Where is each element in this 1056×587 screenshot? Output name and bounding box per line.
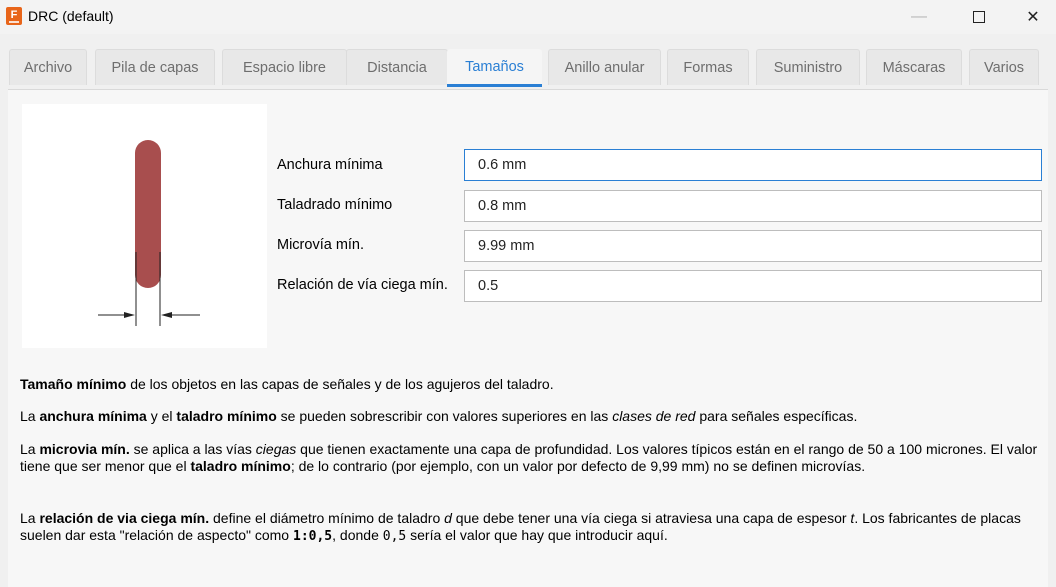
desc-text: ; de lo contrario (por ejemplo, con un v… <box>290 458 866 474</box>
desc-text: de los objetos en las capas de señales y… <box>126 376 554 392</box>
min-drill-input[interactable] <box>464 190 1042 222</box>
minimize-button[interactable]: — <box>896 0 942 34</box>
min-microvia-label: Microvía mín. <box>277 237 365 253</box>
desc-bold: relación de via ciega mín. <box>39 510 210 526</box>
desc-text: La <box>20 510 40 526</box>
desc-italic: d <box>444 510 452 526</box>
min-width-label: Anchura mínima <box>277 157 383 173</box>
tab-espacio-libre[interactable]: Espacio libre <box>222 49 347 85</box>
close-icon: ✕ <box>1026 9 1040 26</box>
blind-via-ratio-input[interactable] <box>464 270 1042 302</box>
desc-text: que debe tener una vía ciega si atravies… <box>451 510 851 526</box>
description-paragraph-3: La microvia mín. se aplica a las vías ci… <box>20 441 1040 475</box>
desc-bold: taladro mínimo <box>190 458 291 474</box>
tab-distancia[interactable]: Distancia <box>346 49 448 85</box>
desc-italic: clases de red <box>612 408 696 424</box>
close-button[interactable]: ✕ <box>1010 0 1056 34</box>
desc-text: se pueden sobrescribir con valores super… <box>276 408 613 424</box>
desc-text: para señales específicas. <box>695 408 858 424</box>
min-width-illustration <box>22 104 267 348</box>
desc-text: y el <box>146 408 177 424</box>
minimize-icon: — <box>911 8 927 25</box>
desc-mono: 1:0,5 <box>293 529 333 544</box>
dimension-arrow-right-head <box>161 312 172 318</box>
app-icon: F <box>6 7 22 25</box>
description-paragraph-1: Tamaño mínimo de los objetos en las capa… <box>20 376 1040 393</box>
tab-varios[interactable]: Varios <box>969 49 1039 85</box>
min-drill-label: Taladrado mínimo <box>277 197 393 213</box>
tab-mascaras[interactable]: Máscaras <box>866 49 962 85</box>
desc-bold: taladro mínimo <box>176 408 277 424</box>
desc-text: define el diámetro mínimo de taladro <box>209 510 445 526</box>
tab-anillo-anular[interactable]: Anillo anular <box>548 49 661 85</box>
trace-width-diagram <box>98 140 200 326</box>
tab-pila-de-capas[interactable]: Pila de capas <box>95 49 215 85</box>
tab-bar: Archivo Pila de capas Espacio libre Dist… <box>9 49 1049 87</box>
desc-text: se aplica a las vías <box>129 441 256 457</box>
dimension-arrow-left-head <box>124 312 135 318</box>
desc-mono: 0,5 <box>382 529 407 544</box>
tab-formas[interactable]: Formas <box>667 49 749 85</box>
desc-text: , donde <box>332 527 383 543</box>
maximize-button[interactable] <box>956 0 1002 34</box>
description-paragraph-4: La relación de via ciega mín. define el … <box>20 510 1040 545</box>
desc-text: La <box>20 408 40 424</box>
tab-tamanos[interactable]: Tamaños <box>447 49 542 87</box>
desc-bold: microvia mín. <box>39 441 130 457</box>
title-bar: F DRC (default) — ✕ <box>0 0 1056 34</box>
min-microvia-input[interactable] <box>464 230 1042 262</box>
desc-text: sería el valor que hay que introducir aq… <box>406 527 668 543</box>
window-title: DRC (default) <box>28 8 114 24</box>
blind-via-ratio-label: Relación de vía ciega mín. <box>277 277 448 293</box>
maximize-icon <box>973 11 985 23</box>
desc-italic: ciegas <box>255 441 297 457</box>
trace-shape <box>135 140 161 288</box>
desc-text: La <box>20 441 40 457</box>
description-paragraph-2: La anchura mínima y el taladro mínimo se… <box>20 408 1040 425</box>
min-width-input[interactable] <box>464 149 1042 181</box>
tab-archivo[interactable]: Archivo <box>9 49 87 85</box>
desc-bold: Tamaño mínimo <box>20 376 127 392</box>
desc-bold: anchura mínima <box>39 408 147 424</box>
tab-suministro[interactable]: Suministro <box>756 49 860 85</box>
